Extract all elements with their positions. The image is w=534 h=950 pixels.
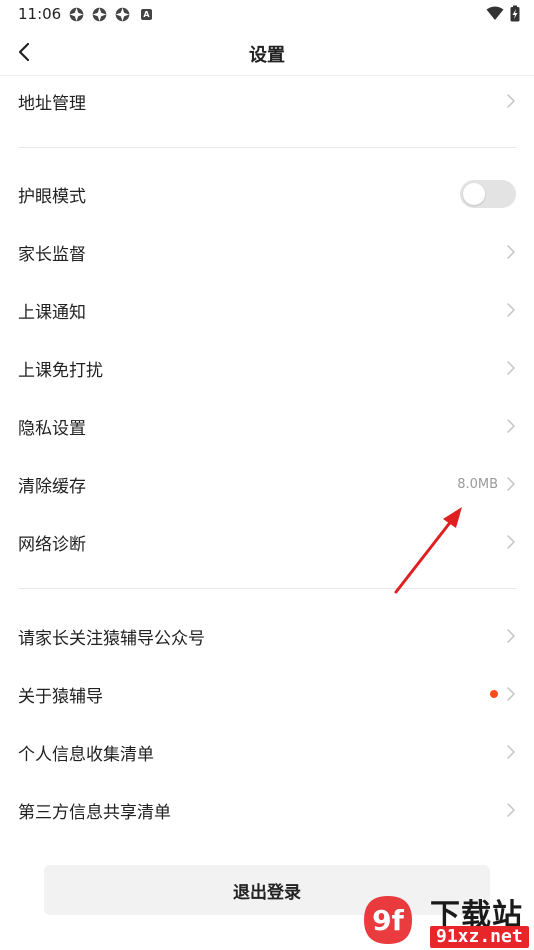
watermark-logo-icon: 9f	[364, 896, 412, 944]
settings-row-clear-cache[interactable]: 清除缓存 8.0MB	[0, 455, 534, 513]
section-divider	[18, 147, 516, 148]
chevron-right-icon	[507, 803, 515, 817]
cache-size-value: 8.0MB	[457, 476, 498, 492]
notification-app-icon	[69, 7, 84, 22]
settings-row-class-dnd[interactable]: 上课免打扰	[0, 339, 534, 397]
settings-row-about[interactable]: 关于猿辅导	[0, 665, 534, 723]
chevron-right-icon	[507, 745, 515, 759]
watermark-url: 91xz.net	[430, 926, 529, 948]
row-label: 护眼模式	[18, 186, 86, 207]
settings-row-personal-info[interactable]: 个人信息收集清单	[0, 723, 534, 781]
row-label: 上课免打扰	[18, 360, 103, 381]
chevron-right-icon	[507, 477, 515, 491]
notification-app-icon	[92, 7, 107, 22]
chevron-right-icon	[507, 629, 515, 643]
settings-row-network-diagnosis[interactable]: 网络诊断	[0, 513, 534, 571]
page-title: 设置	[249, 45, 285, 66]
chevron-right-icon	[507, 687, 515, 701]
wifi-icon	[486, 6, 504, 20]
eye-mode-toggle[interactable]	[460, 180, 516, 208]
chevron-right-icon	[507, 535, 515, 549]
row-label: 个人信息收集清单	[18, 744, 154, 765]
chevron-right-icon	[507, 303, 515, 317]
settings-row-parent-supervision[interactable]: 家长监督	[0, 223, 534, 281]
row-label: 隐私设置	[18, 418, 86, 439]
svg-text:9f: 9f	[372, 904, 404, 937]
row-label: 清除缓存	[18, 476, 86, 497]
row-label: 地址管理	[18, 93, 86, 114]
chevron-right-icon	[507, 94, 515, 108]
status-bar: 11:06 A	[0, 0, 534, 28]
status-time: 11:06	[18, 5, 62, 23]
notification-icons: A	[68, 6, 152, 23]
settings-row-privacy[interactable]: 隐私设置	[0, 397, 534, 455]
chevron-right-icon	[507, 245, 515, 259]
row-label: 请家长关注猿辅导公众号	[18, 628, 205, 649]
settings-row-third-party[interactable]: 第三方信息共享清单	[0, 781, 534, 839]
nav-bar: 设置	[0, 28, 534, 76]
settings-row-address[interactable]: 地址管理	[0, 72, 534, 130]
row-label: 第三方信息共享清单	[18, 802, 171, 823]
row-label: 关于猿辅导	[18, 686, 103, 707]
section-divider	[18, 588, 516, 589]
notification-badge-icon: A	[141, 9, 152, 20]
notification-app-icon	[115, 7, 130, 22]
settings-row-eye-mode: 护眼模式	[0, 165, 534, 223]
system-icons	[486, 5, 520, 22]
row-label: 家长监督	[18, 244, 86, 265]
settings-row-follow-account[interactable]: 请家长关注猿辅导公众号	[0, 607, 534, 665]
new-badge-dot	[490, 690, 498, 698]
watermark: 9f 下载站 91xz.net	[358, 890, 534, 950]
chevron-right-icon	[507, 419, 515, 433]
settings-row-class-notice[interactable]: 上课通知	[0, 281, 534, 339]
row-label: 上课通知	[18, 302, 86, 323]
toggle-knob	[463, 183, 485, 205]
battery-charging-icon	[510, 5, 520, 22]
row-label: 网络诊断	[18, 534, 86, 555]
chevron-right-icon	[507, 361, 515, 375]
